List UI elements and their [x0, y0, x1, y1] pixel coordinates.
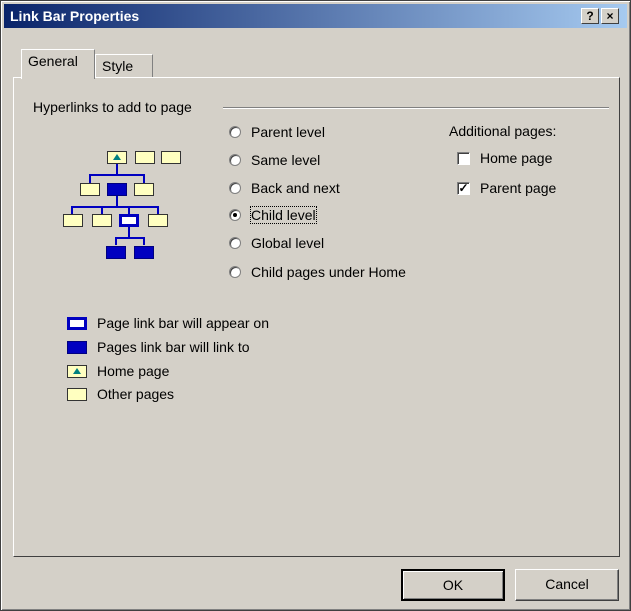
legend-label: Home page	[97, 363, 170, 379]
radio-button[interactable]	[229, 126, 241, 138]
tree-line	[89, 174, 145, 176]
page-on-icon	[67, 316, 87, 330]
legend-item: Home page	[67, 361, 169, 381]
tree-line	[101, 206, 103, 214]
legend-item: Pages link bar will link to	[67, 337, 250, 357]
hyperlinks-group-label: Hyperlinks to add to page	[33, 99, 192, 115]
checkbox-label: Parent page	[480, 180, 557, 196]
radio-parent-level[interactable]: Parent level	[229, 122, 325, 142]
checkbox-home-page[interactable]: Home page	[457, 148, 552, 168]
legend-label: Page link bar will appear on	[97, 315, 269, 331]
radio-button[interactable]	[229, 154, 241, 166]
additional-pages-label: Additional pages:	[449, 123, 557, 139]
radio-button[interactable]	[229, 209, 241, 221]
tab-general[interactable]: General	[21, 49, 95, 79]
radio-label: Child level	[250, 206, 317, 224]
other-page-icon	[134, 183, 154, 196]
legend-item: Other pages	[67, 384, 174, 404]
legend-label: Other pages	[97, 386, 175, 402]
checkbox-label: Home page	[480, 150, 553, 166]
other-page-icon	[63, 214, 83, 227]
tree-line	[115, 237, 145, 239]
checkbox-parent-page[interactable]: ✓ Parent page	[457, 178, 556, 198]
radio-global-level[interactable]: Global level	[229, 233, 324, 253]
other-page-icon	[161, 151, 181, 164]
tree-line	[116, 164, 118, 174]
parent-page-checkbox[interactable]: ✓	[457, 181, 470, 195]
tab-general-label: General	[28, 53, 78, 69]
radio-child-pages-under-home[interactable]: Child pages under Home	[229, 262, 406, 282]
tree-line	[128, 227, 130, 237]
legend-label: Pages link bar will link to	[97, 339, 250, 355]
radio-button[interactable]	[229, 266, 241, 278]
tree-line	[116, 196, 118, 206]
linked-page-icon	[134, 246, 154, 259]
radio-label: Same level	[251, 152, 321, 168]
radio-child-level[interactable]: Child level	[229, 205, 317, 225]
other-page-icon	[92, 214, 112, 227]
tree-line	[71, 206, 159, 208]
radio-label: Parent level	[251, 124, 325, 140]
group-divider	[223, 107, 609, 109]
other-page-icon	[135, 151, 155, 164]
radio-back-and-next[interactable]: Back and next	[229, 178, 340, 198]
home-page-checkbox[interactable]	[457, 151, 470, 165]
radio-label: Global level	[251, 235, 325, 251]
radio-button[interactable]	[229, 182, 241, 194]
home-page-icon	[67, 364, 87, 378]
help-button[interactable]: ?	[581, 8, 599, 24]
tree-line	[157, 206, 159, 214]
legend-item: Page link bar will appear on	[67, 313, 269, 333]
radio-label: Child pages under Home	[251, 264, 406, 280]
tree-line	[115, 237, 117, 245]
other-page-icon	[148, 214, 168, 227]
radio-same-level[interactable]: Same level	[229, 150, 320, 170]
dialog-window: Link Bar Properties ? × General Style Hy…	[0, 0, 631, 611]
tree-line	[71, 206, 73, 214]
linked-page-icon	[107, 183, 127, 196]
home-page-icon	[107, 151, 127, 164]
tab-style-label: Style	[102, 58, 134, 74]
radio-button[interactable]	[229, 237, 241, 249]
tree-line	[128, 206, 130, 214]
cancel-button[interactable]: Cancel	[515, 569, 619, 601]
tree-line	[143, 237, 145, 245]
tab-style[interactable]: Style	[95, 54, 153, 78]
title-bar[interactable]: Link Bar Properties ? ×	[4, 4, 627, 28]
other-page-icon	[80, 183, 100, 196]
window-title: Link Bar Properties	[10, 8, 140, 24]
radio-label: Back and next	[251, 180, 340, 196]
linked-page-icon	[67, 340, 87, 354]
ok-button[interactable]: OK	[401, 569, 505, 601]
page-on-icon	[119, 214, 139, 227]
linked-page-icon	[106, 246, 126, 259]
close-button[interactable]: ×	[601, 8, 619, 24]
other-page-icon	[67, 387, 87, 401]
